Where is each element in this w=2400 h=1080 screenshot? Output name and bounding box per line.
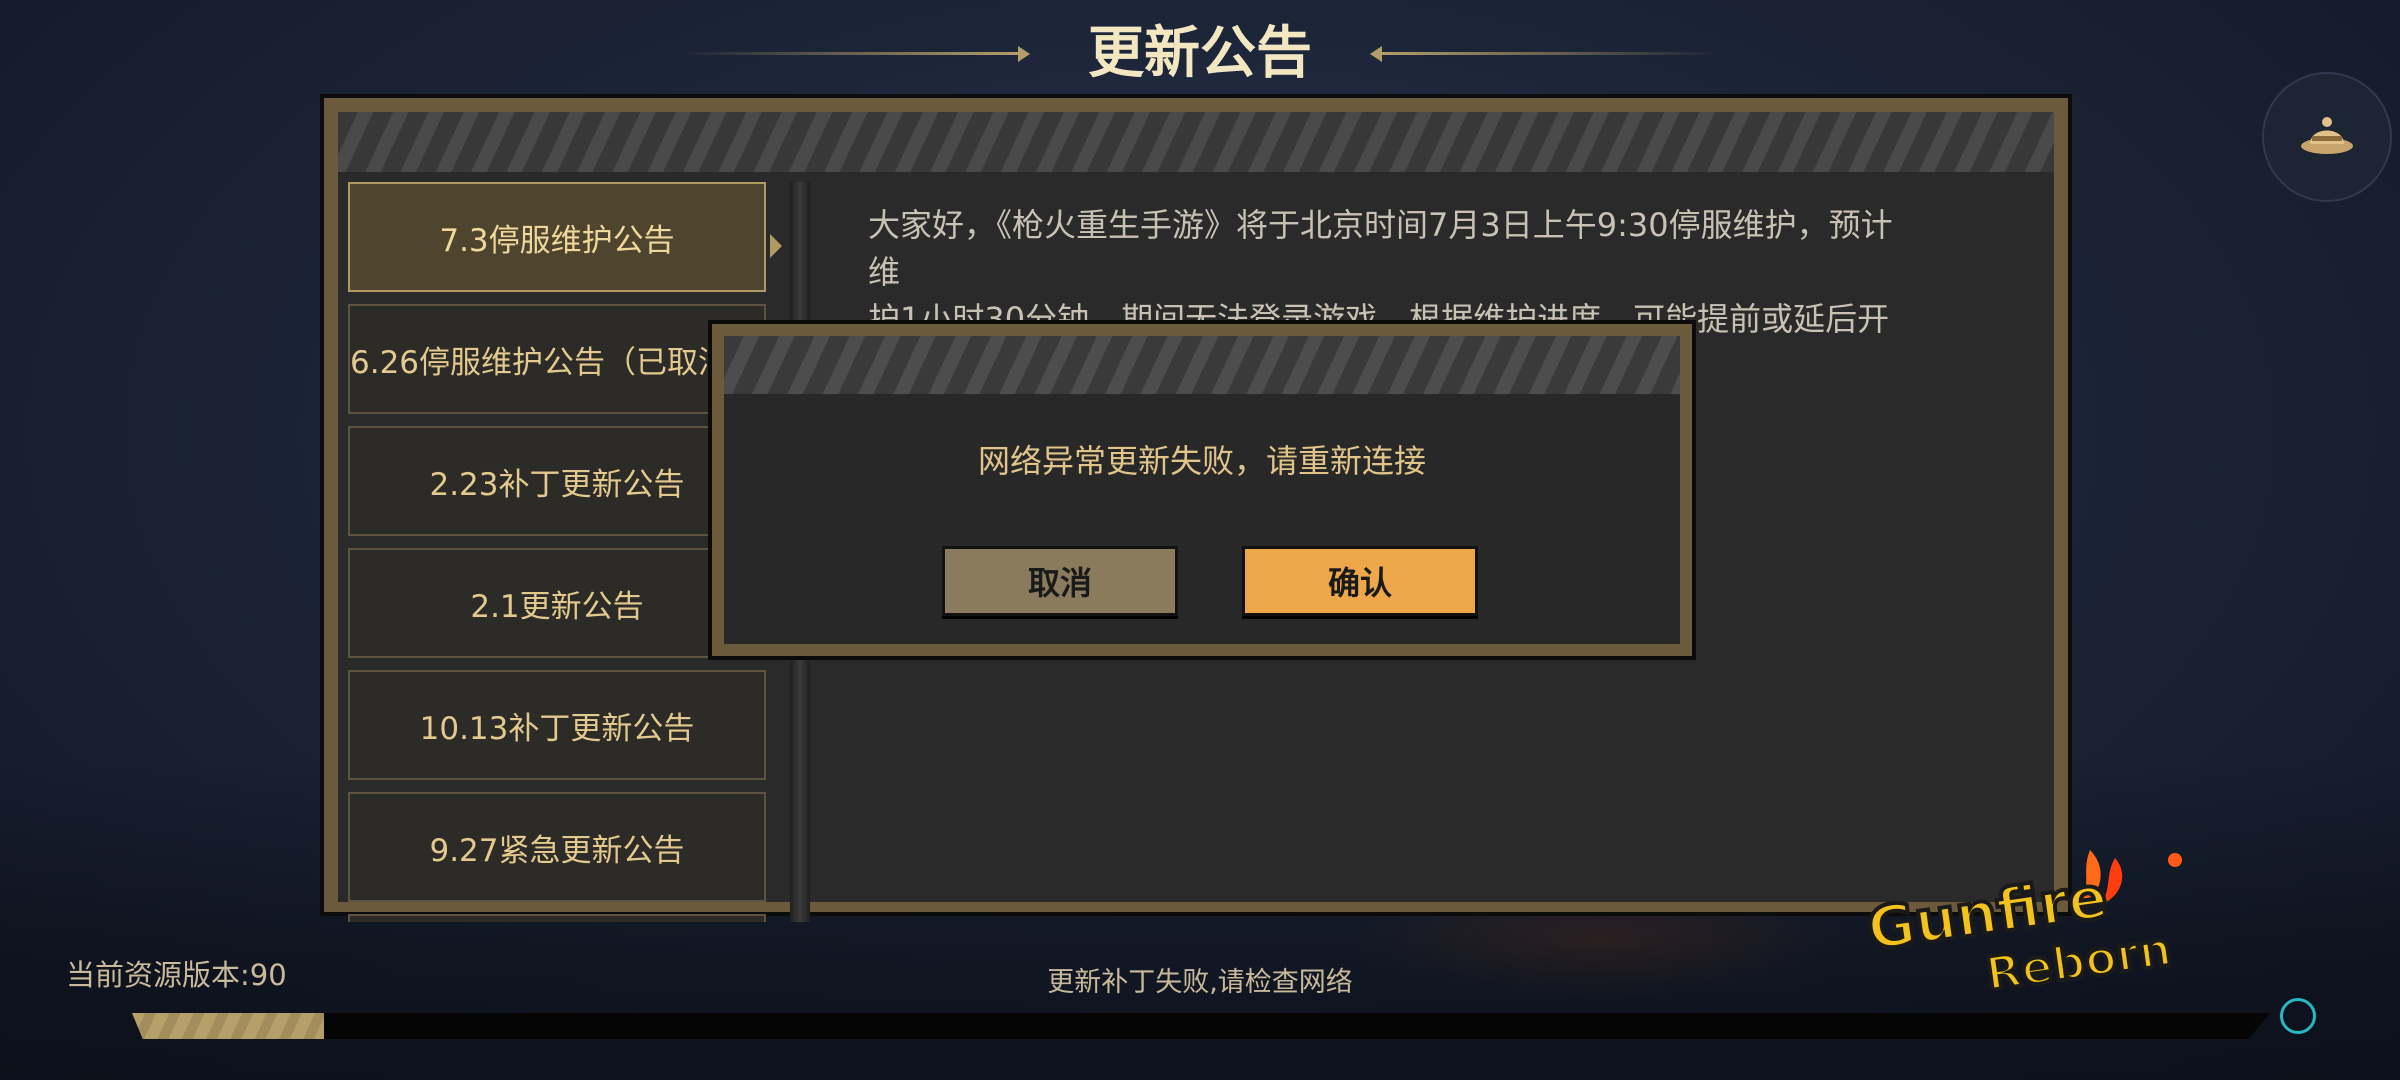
cancel-button[interactable]: 取消 [942, 546, 1178, 616]
announcement-item-2-1[interactable]: 2.1更新公告 [348, 548, 766, 658]
confirm-button[interactable]: 确认 [1242, 546, 1478, 616]
spinner-icon [2280, 998, 2316, 1034]
announcement-item-7-3[interactable]: 7.3停服维护公告 [348, 182, 766, 292]
gunfire-reborn-logo: Gunfire Reborn [1860, 830, 2190, 1003]
announcement-item-10-13[interactable]: 10.13补丁更新公告 [348, 670, 766, 780]
logo-graphic: Gunfire Reborn [1861, 850, 2182, 1003]
hat-button[interactable] [2262, 72, 2392, 202]
confirm-button-label: 确认 [1327, 564, 1392, 602]
announcement-item-label: 6.26停服维护公告（已取消） [350, 344, 761, 381]
announcement-text-line-1: 大家好，《枪火重生手游》将于北京时间7月3日上午9:30停服维护，预计维 [868, 206, 1893, 291]
error-dialog-body: 网络异常更新失败，请重新连接 取消 确认 [724, 336, 1680, 644]
announcement-list: 7.3停服维护公告 6.26停服维护公告（已取消） 2.23补丁更新公告 2.1… [348, 182, 770, 922]
active-item-caret-icon [770, 234, 782, 258]
panel-pattern-header [338, 112, 2054, 172]
error-message: 网络异常更新失败，请重新连接 [977, 442, 1426, 480]
announcement-item-label: 9.27紧急更新公告 [429, 832, 685, 869]
dialog-pattern-header [724, 336, 1680, 394]
title-ornament-right [1380, 52, 1720, 55]
announcement-item-6-26[interactable]: 6.26停服维护公告（已取消） [348, 304, 766, 414]
cancel-button-label: 取消 [1027, 564, 1092, 602]
update-progress-bar [132, 1013, 2270, 1039]
announcement-item-label: 2.23补丁更新公告 [429, 466, 685, 503]
page-title-bar: 更新公告 [680, 14, 1720, 94]
announcement-item-label: 2.1更新公告 [470, 588, 644, 625]
error-dialog: 网络异常更新失败，请重新连接 取消 确认 [708, 320, 1696, 660]
update-progress-fill [132, 1013, 325, 1039]
announcement-item-9-27[interactable]: 9.27紧急更新公告 [348, 792, 766, 902]
announcement-item-2-23[interactable]: 2.23补丁更新公告 [348, 426, 766, 536]
announcement-item-more[interactable] [348, 914, 766, 922]
announcement-item-label: 10.13补丁更新公告 [419, 710, 695, 747]
announcement-item-label: 7.3停服维护公告 [439, 222, 675, 259]
hat-icon [2301, 117, 2353, 154]
